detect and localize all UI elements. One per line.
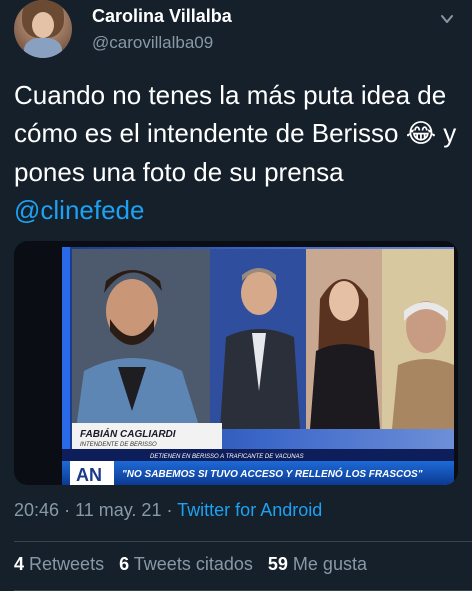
retweets-count: 4: [14, 554, 25, 574]
tweet-media[interactable]: FABIÁN CAGLIARDI INTENDENTE DE BERISSO D…: [14, 241, 458, 485]
retweets-stat[interactable]: 4 Retweets: [14, 554, 104, 574]
tweet-stats: 4 Retweets 6 Tweets citados 59 Me gusta: [14, 554, 377, 575]
likes-count: 59: [267, 554, 288, 574]
mention-link[interactable]: @clinefede: [14, 195, 144, 225]
tweet-text: Cuando no tenes la más puta idea de cómo…: [14, 76, 460, 229]
author-name[interactable]: Carolina Villalba: [92, 6, 232, 27]
lower-third-name: FABIÁN CAGLIARDI: [80, 427, 176, 440]
retweets-label: Retweets: [29, 554, 105, 574]
author-handle[interactable]: @carovillalba09: [92, 33, 213, 53]
author-avatar[interactable]: [14, 0, 72, 58]
chevron-down-icon[interactable]: [440, 12, 454, 26]
quotes-label: Tweets citados: [133, 554, 253, 574]
channel-logo: AN: [76, 465, 102, 485]
tv-screenshot: FABIÁN CAGLIARDI INTENDENTE DE BERISSO D…: [14, 241, 458, 485]
avatar-face: [32, 12, 54, 38]
tweet-header: Carolina Villalba @carovillalba09: [14, 0, 458, 62]
meta-separator-1: ·: [64, 500, 71, 520]
lower-third-role: INTENDENTE DE BERISSO: [80, 442, 157, 448]
tweet-time[interactable]: 20:46: [14, 500, 59, 520]
quotes-stat[interactable]: 6 Tweets citados: [119, 554, 253, 574]
tweet-source-link[interactable]: Twitter for Android: [177, 500, 322, 520]
laughing-emoji: 😂: [405, 119, 437, 149]
likes-stat[interactable]: 59 Me gusta: [268, 554, 367, 574]
ticker-big: "NO SABEMOS SI TUVO ACCESO Y RELLENÓ LOS…: [122, 467, 423, 480]
avatar-body: [24, 38, 62, 58]
quotes-count: 6: [119, 554, 130, 574]
tweet-date[interactable]: 11 may. 21: [75, 500, 161, 520]
tweet-text-part-1: Cuando no tenes la más puta idea de cómo…: [14, 80, 447, 148]
ticker-small: DETIENEN EN BERISSO A TRAFICANTE DE VACU…: [150, 454, 304, 460]
divider-top: [14, 541, 472, 542]
likes-label: Me gusta: [292, 554, 367, 574]
meta-separator-2: ·: [166, 500, 173, 520]
tweet-meta: 20:46 · 11 may. 21 · Twitter for Android: [14, 500, 322, 521]
